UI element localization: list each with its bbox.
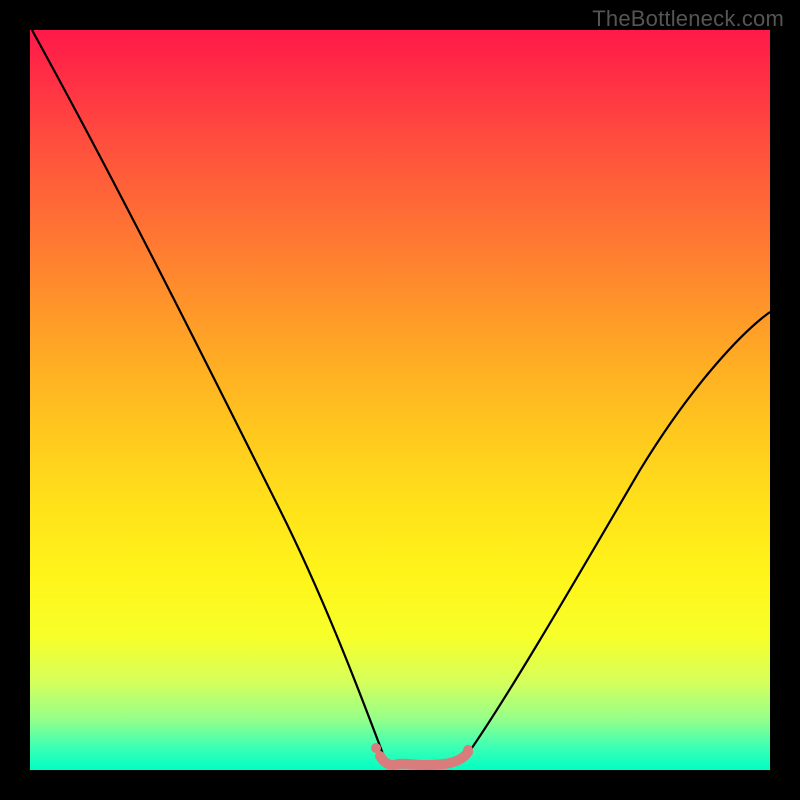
outer-frame: TheBottleneck.com: [0, 0, 800, 800]
right-curve: [462, 312, 770, 762]
watermark-text: TheBottleneck.com: [592, 6, 784, 32]
chart-svg: [30, 30, 770, 770]
bottom-squiggle: [371, 743, 473, 765]
left-curve: [32, 30, 386, 762]
plot-area: [30, 30, 770, 770]
